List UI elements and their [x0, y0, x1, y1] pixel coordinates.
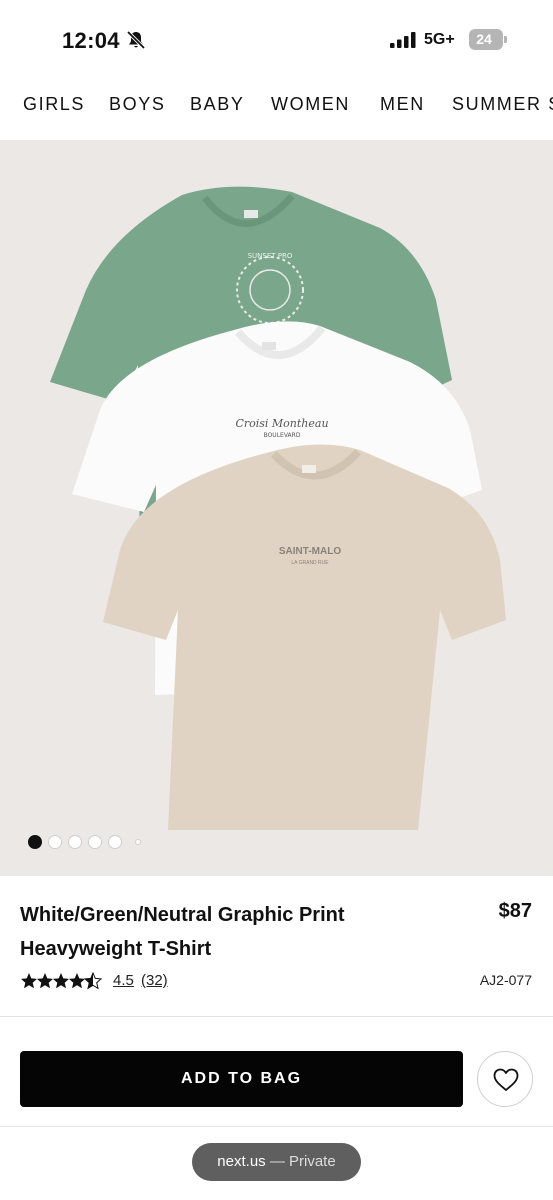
star-rating-icon [21, 972, 102, 989]
add-to-bag-button[interactable]: ADD TO BAG [20, 1051, 463, 1107]
signal-bars-icon [390, 32, 416, 48]
green-print-text: SUNSET PRO [248, 252, 293, 260]
bell-slash-icon [126, 30, 146, 50]
carousel-dot-3[interactable] [68, 835, 82, 849]
nav-item-women[interactable]: WOMEN [271, 94, 350, 115]
product-title: White/Green/Neutral Graphic Print Heavyw… [20, 904, 345, 960]
private-mode-label: — Private [269, 1153, 336, 1170]
nav-item-boys[interactable]: BOYS [109, 94, 165, 115]
category-nav: GIRLS BOYS BABY WOMEN MEN SUMMER S [0, 82, 553, 128]
toolbar-divider [0, 1126, 553, 1127]
status-bar: 12:04 5G+ 24 [0, 0, 553, 80]
product-image: SUNSET PRO Croisi Montheau BOULEVARD SAI… [50, 186, 506, 830]
carousel-dot-1[interactable] [28, 835, 42, 849]
product-sku: AJ2-077 [479, 972, 532, 988]
neutral-tshirt: SAINT-MALO LA GRAND RUE [103, 444, 506, 830]
rating-value-link[interactable]: 4.5 [113, 972, 134, 989]
review-count-link[interactable]: (32) [141, 972, 168, 989]
wishlist-button[interactable] [477, 1051, 533, 1107]
carousel-dot-5[interactable] [108, 835, 122, 849]
white-print-sub: BOULEVARD [264, 432, 301, 439]
white-print-script: Croisi Montheau [235, 417, 328, 430]
nav-item-summer[interactable]: SUMMER S [452, 94, 553, 115]
carousel-dot-4[interactable] [88, 835, 102, 849]
nav-item-men[interactable]: MEN [380, 94, 425, 115]
browser-address-pill[interactable]: next.us — Private [192, 1143, 361, 1181]
product-price: $87 [498, 900, 532, 922]
neutral-print-sub: LA GRAND RUE [291, 560, 329, 566]
product-image-carousel[interactable]: SUNSET PRO Croisi Montheau BOULEVARD SAI… [0, 140, 553, 876]
battery-nub [504, 36, 507, 43]
network-type: 5G+ [424, 31, 455, 48]
divider [0, 1016, 553, 1017]
battery-level: 24 [476, 31, 492, 47]
neutral-print-main: SAINT-MALO [279, 546, 341, 557]
battery-icon: 24 [469, 29, 507, 50]
nav-item-girls[interactable]: GIRLS [23, 94, 85, 115]
status-time: 12:04 [62, 28, 120, 53]
nav-item-baby[interactable]: BABY [190, 94, 244, 115]
carousel-dot-6[interactable] [135, 839, 141, 845]
url-domain: next.us [217, 1153, 266, 1170]
carousel-dot-2[interactable] [48, 835, 62, 849]
heart-icon [493, 1068, 519, 1091]
